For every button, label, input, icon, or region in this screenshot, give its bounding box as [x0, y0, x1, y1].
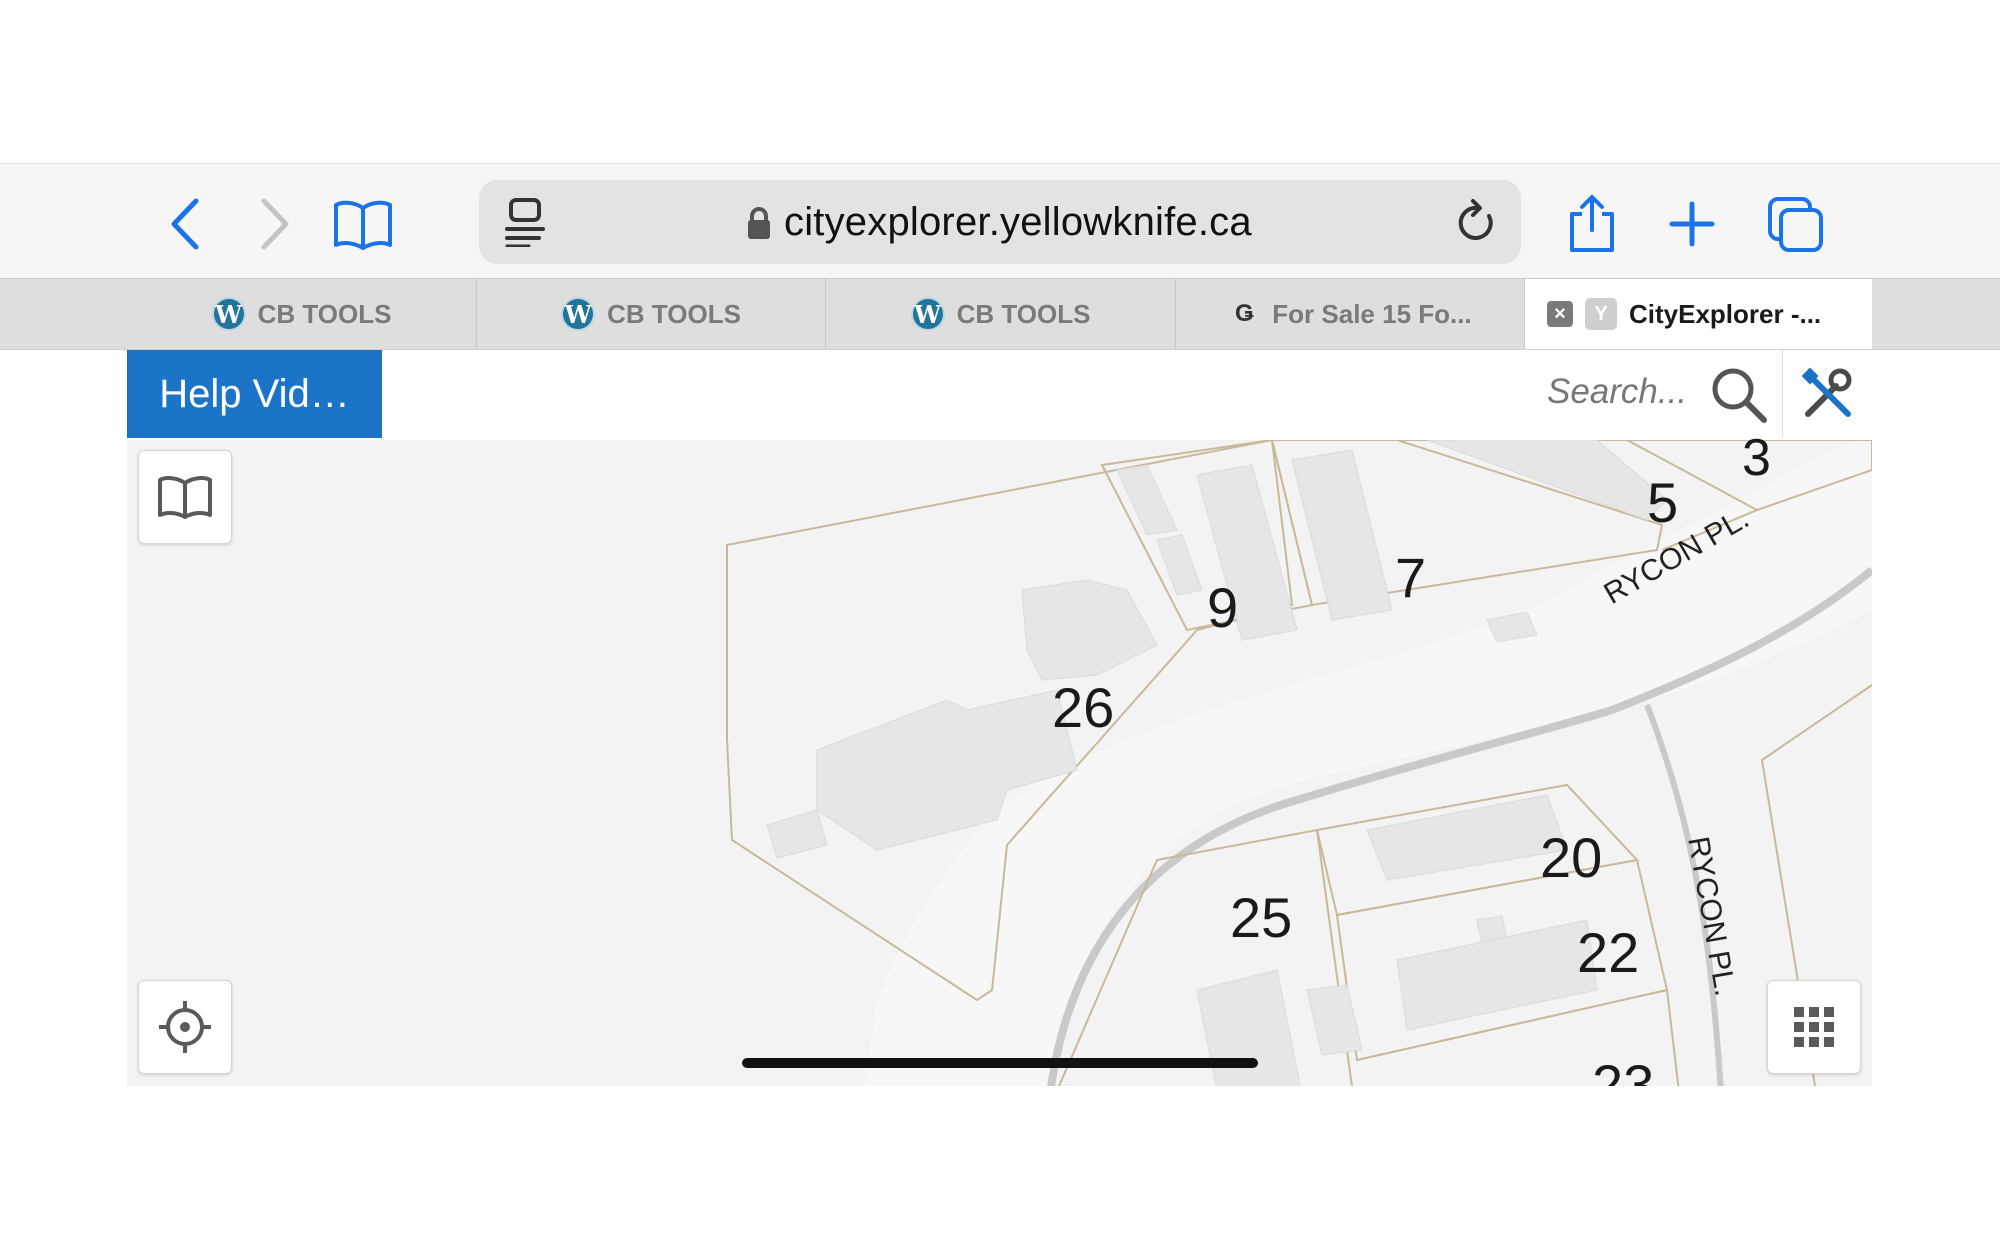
reload-icon [1458, 199, 1493, 240]
lot-label: 20 [1540, 826, 1603, 889]
bookmarks-map-button[interactable] [138, 450, 232, 544]
tab-label: CB TOOLS [257, 298, 392, 329]
lot-label: 3 [1742, 429, 1771, 487]
building-9-a [1116, 464, 1178, 536]
wordpress-icon: W [910, 297, 945, 331]
new-tab-button[interactable] [1662, 194, 1722, 254]
lot-label: 25 [1230, 886, 1293, 949]
locate-me-button[interactable] [138, 980, 232, 1074]
tab-cityexplorer[interactable]: × Y CityExplorer -... [1525, 279, 1872, 349]
reader-button[interactable] [495, 192, 555, 252]
lot-label: 5 [1647, 471, 1679, 534]
building-25-a [1196, 969, 1301, 1086]
tab-bar: W CB TOOLS W CB TOOLS W CB TOOLS Ǥ For S… [0, 278, 2000, 350]
tab-label: CityExplorer -... [1629, 298, 1822, 329]
chevron-right-icon [261, 198, 289, 250]
search-icon[interactable] [1710, 366, 1768, 424]
crosshair-icon [159, 1001, 211, 1053]
back-button[interactable] [156, 194, 216, 254]
wordpress-icon: W [561, 297, 596, 331]
reload-button[interactable] [1447, 192, 1507, 252]
building-5 [1426, 440, 1668, 521]
bookmarks-button[interactable] [333, 194, 393, 254]
close-tab-icon[interactable]: × [1547, 301, 1573, 327]
tab-cb-tools-1[interactable]: W CB TOOLS [127, 279, 477, 349]
tab-cb-tools-2[interactable]: W CB TOOLS [477, 279, 826, 349]
building-26-rear [1021, 579, 1158, 681]
grid-icon [1794, 1007, 1834, 1047]
tabs-overview-button[interactable] [1766, 194, 1826, 254]
tab-label: CB TOOLS [607, 298, 741, 329]
book-icon [158, 476, 212, 519]
tab-for-sale[interactable]: Ǥ For Sale 15 Fo... [1176, 279, 1525, 349]
lot-label: 7 [1395, 546, 1427, 609]
lot-label: 22 [1577, 921, 1640, 984]
reader-icon [505, 198, 545, 247]
lock-icon [748, 207, 770, 239]
plus-icon [1669, 201, 1715, 247]
y-favicon: Y [1585, 298, 1617, 330]
url-text[interactable]: cityexplorer.yellowknife.ca [784, 200, 1252, 245]
share-icon [1570, 195, 1614, 252]
cityexplorer-app: Help Vid… Search... 3 5 7 9 26 25 20 22 … [127, 350, 1872, 1086]
lot-label: 26 [1052, 676, 1115, 739]
building-26-shed [766, 809, 828, 859]
gb-logo-icon: Ǥ [1234, 300, 1254, 327]
building-25-b [1306, 984, 1363, 1056]
tabs-icon [1768, 197, 1823, 252]
map-view[interactable]: 3 5 7 9 26 25 20 22 23 RYCON PL. RYCON P… [127, 429, 1872, 1086]
building-20 [1366, 794, 1568, 881]
book-icon [334, 200, 392, 250]
tab-label: For Sale 15 Fo... [1272, 298, 1472, 329]
help-videos-button[interactable]: Help Vid… [127, 350, 382, 438]
basemap-grid-button[interactable] [1767, 980, 1861, 1074]
forward-button[interactable] [244, 194, 304, 254]
parcel-map[interactable] [127, 440, 1872, 1086]
home-indicator[interactable] [742, 1058, 1258, 1068]
lot-label: 23 [1592, 1053, 1655, 1086]
tab-label: CB TOOLS [956, 298, 1091, 329]
search-input[interactable]: Search... [1547, 372, 1687, 412]
tab-cb-tools-3[interactable]: W CB TOOLS [826, 279, 1176, 349]
share-button[interactable] [1562, 194, 1622, 254]
wordpress-icon: W [211, 297, 246, 331]
chevron-left-icon [171, 198, 199, 250]
tools-icon [1801, 367, 1852, 417]
browser-toolbar: cityexplorer.yellowknife.ca [0, 163, 2000, 279]
address-bar[interactable]: cityexplorer.yellowknife.ca [479, 180, 1521, 264]
lot-label: 9 [1207, 576, 1239, 639]
tools-button[interactable] [1782, 350, 1872, 438]
building-7 [1291, 449, 1393, 621]
